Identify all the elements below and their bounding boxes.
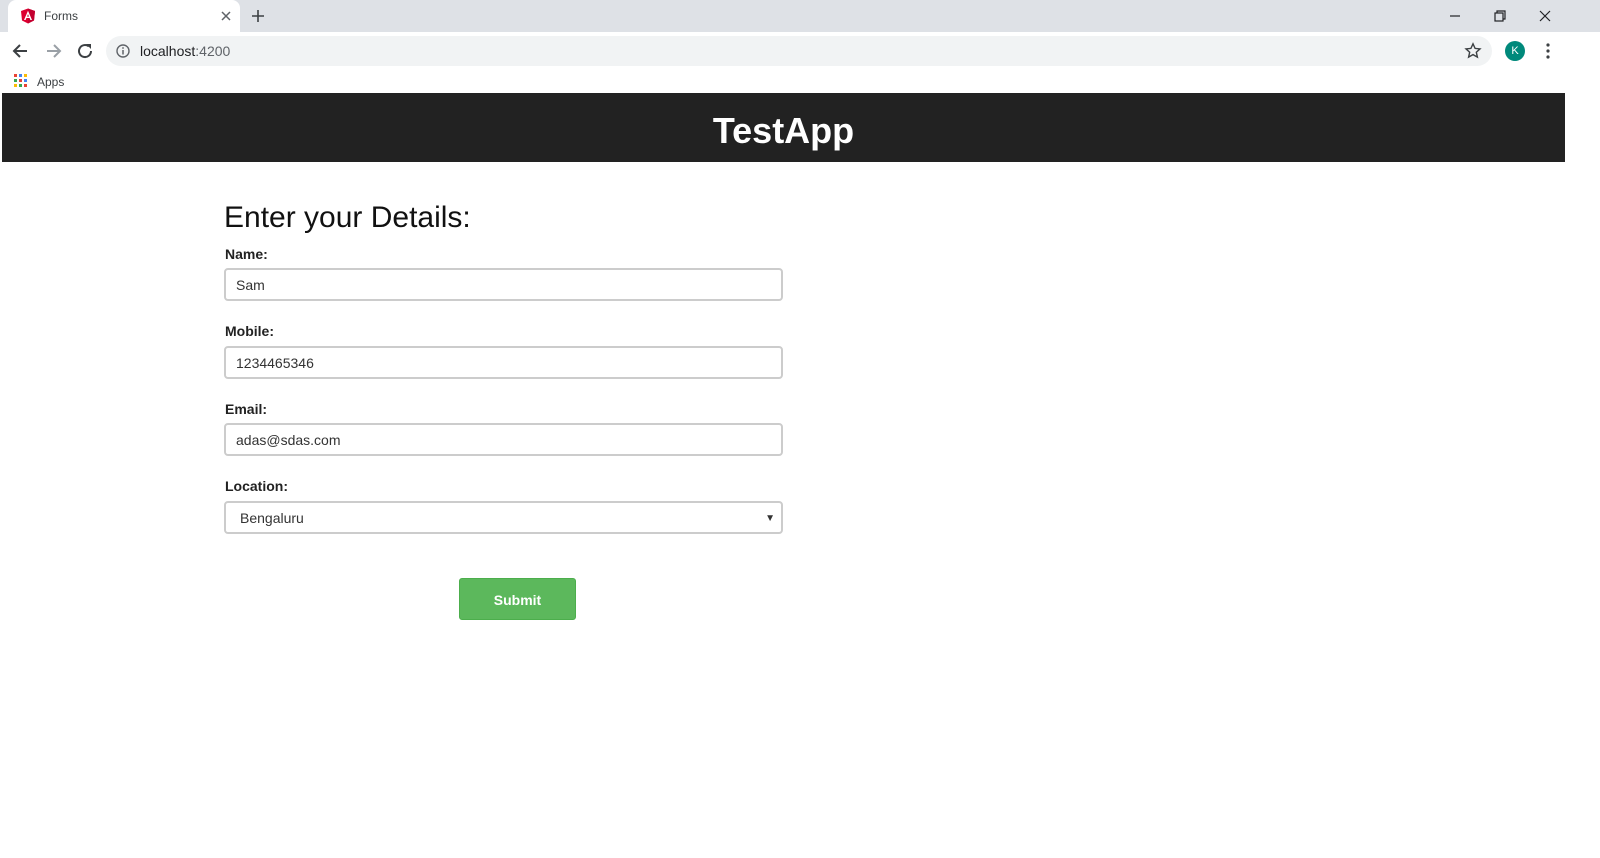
browser-tab[interactable]: Forms bbox=[8, 0, 240, 32]
minimize-icon[interactable] bbox=[1446, 7, 1464, 25]
name-input[interactable] bbox=[224, 268, 783, 301]
email-input[interactable] bbox=[224, 423, 783, 456]
location-selected-value: Bengaluru bbox=[240, 510, 304, 526]
dropdown-arrow-icon: ▼ bbox=[765, 513, 775, 524]
location-select[interactable]: Bengaluru ▼ bbox=[224, 501, 783, 534]
mobile-input[interactable] bbox=[224, 346, 783, 379]
browser-toolbar: localhost:4200 K bbox=[0, 32, 1600, 70]
submit-button[interactable]: Submit bbox=[459, 578, 576, 620]
restore-icon[interactable] bbox=[1491, 7, 1509, 25]
browser-tabstrip: Forms bbox=[0, 0, 1600, 32]
address-bar[interactable]: localhost:4200 bbox=[106, 36, 1492, 66]
form-heading: Enter your Details: bbox=[224, 201, 471, 234]
bookmarks-bar: Apps bbox=[0, 70, 1600, 92]
url-host: localhost bbox=[140, 43, 196, 59]
more-vert-icon[interactable] bbox=[1540, 41, 1556, 61]
new-tab-icon[interactable] bbox=[250, 8, 266, 24]
email-label: Email: bbox=[225, 401, 268, 417]
location-label: Location: bbox=[225, 478, 288, 494]
bookmark-star-icon[interactable] bbox=[1464, 42, 1482, 60]
mobile-label: Mobile: bbox=[225, 323, 274, 339]
info-icon[interactable] bbox=[116, 44, 130, 58]
name-label: Name: bbox=[225, 246, 268, 262]
back-arrow-icon[interactable] bbox=[11, 41, 31, 61]
close-icon[interactable] bbox=[220, 10, 232, 22]
window-close-icon[interactable] bbox=[1536, 7, 1554, 25]
profile-avatar[interactable]: K bbox=[1505, 41, 1525, 61]
tab-title: Forms bbox=[44, 9, 78, 23]
reload-icon[interactable] bbox=[75, 41, 95, 61]
app-title: TestApp bbox=[712, 110, 855, 151]
angular-logo-icon bbox=[21, 8, 35, 24]
url-port: :4200 bbox=[195, 43, 231, 59]
app-header: TestApp bbox=[2, 93, 1565, 162]
url-text: localhost:4200 bbox=[140, 43, 230, 59]
apps-bookmark[interactable]: Apps bbox=[37, 75, 64, 89]
forward-arrow-icon[interactable] bbox=[43, 41, 63, 61]
apps-grid-icon[interactable] bbox=[14, 74, 28, 88]
